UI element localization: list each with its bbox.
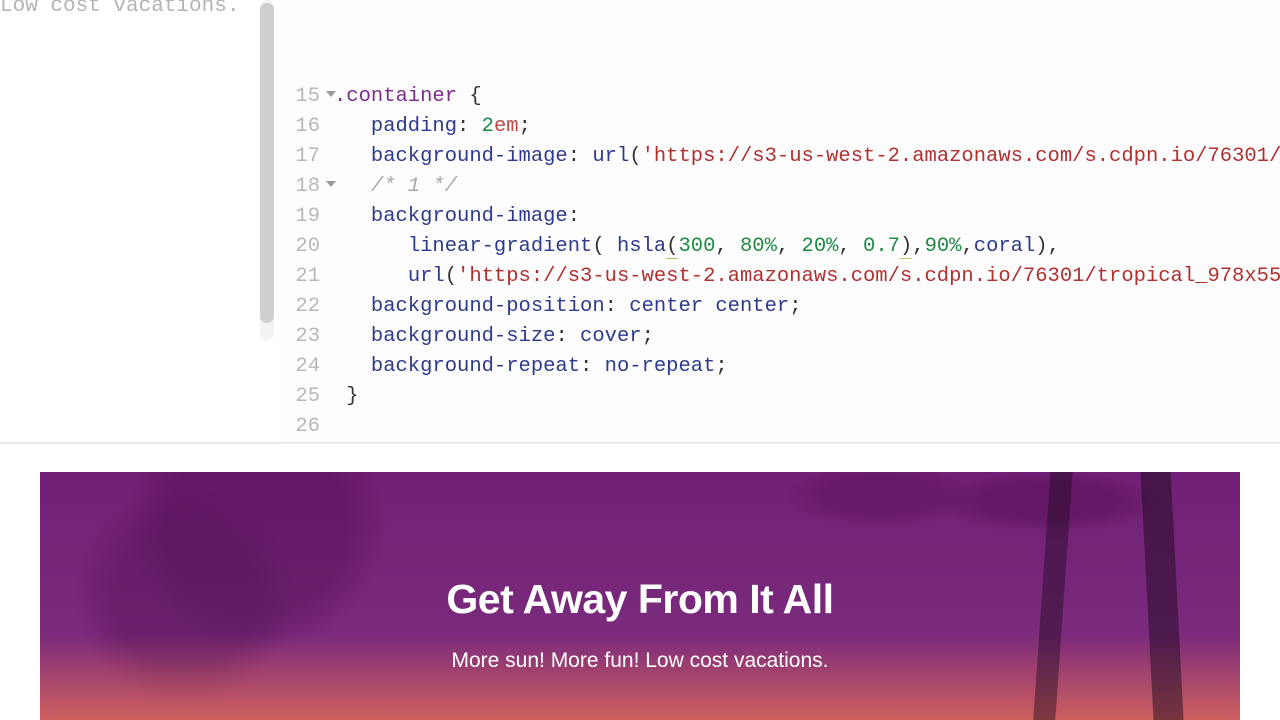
code-text[interactable]: background-position: center center; (334, 292, 1280, 322)
code-line[interactable]: 24 background-repeat: no-repeat; (280, 352, 1280, 382)
code-text[interactable]: /* 1 */ (334, 172, 1280, 202)
code-text[interactable]: padding: 2em; (334, 112, 1280, 142)
code-text[interactable]: url('https://s3-us-west-2.amazonaws.com/… (334, 262, 1280, 292)
line-number: 15 (280, 82, 334, 112)
code-text[interactable]: background-size: cover; (334, 322, 1280, 352)
preview-pane: Get Away From It All More sun! More fun!… (0, 444, 1280, 720)
code-line[interactable]: 16 padding: 2em; (280, 112, 1280, 142)
line-number: 26 (280, 412, 334, 442)
html-editor-content[interactable]: Low cost vacations. (0, 0, 262, 22)
line-number: 23 (280, 322, 334, 352)
html-editor-pane[interactable]: Low cost vacations. (0, 0, 280, 442)
code-line[interactable]: 21 url('https://s3-us-west-2.amazonaws.c… (280, 262, 1280, 292)
code-line[interactable]: 22 background-position: center center; (280, 292, 1280, 322)
code-line[interactable]: 26 (280, 412, 1280, 442)
app-root: Low cost vacations. 15.container {16 pad… (0, 0, 1280, 720)
fold-icon[interactable] (326, 181, 336, 187)
line-number: 19 (280, 202, 334, 232)
code-text[interactable]: background-repeat: no-repeat; (334, 352, 1280, 382)
hero-container: Get Away From It All More sun! More fun!… (40, 472, 1240, 720)
hero-tagline: More sun! More fun! Low cost vacations. (451, 649, 828, 673)
code-line[interactable]: 17 background-image: url('https://s3-us-… (280, 142, 1280, 172)
code-line[interactable]: 19 background-image: (280, 202, 1280, 232)
code-text[interactable]: background-image: url('https://s3-us-wes… (334, 142, 1280, 172)
line-number: 25 (280, 382, 334, 412)
code-line[interactable]: 18 /* 1 */ (280, 172, 1280, 202)
code-line[interactable]: 20 linear-gradient( hsla(300, 80%, 20%, … (280, 232, 1280, 262)
line-number: 24 (280, 352, 334, 382)
code-line[interactable]: 23 background-size: cover; (280, 322, 1280, 352)
code-text[interactable]: linear-gradient( hsla(300, 80%, 20%, 0.7… (334, 232, 1280, 262)
code-text[interactable]: } (334, 382, 1280, 412)
fold-icon[interactable] (326, 91, 336, 97)
code-text[interactable]: .container { (334, 82, 1280, 112)
hero-heading: Get Away From It All (446, 576, 833, 623)
line-number: 18 (280, 172, 334, 202)
code-line[interactable]: 25 } (280, 382, 1280, 412)
line-number: 20 (280, 232, 334, 262)
line-number: 17 (280, 142, 334, 172)
scrollbar-thumb[interactable] (260, 3, 274, 323)
code-text[interactable]: background-image: (334, 202, 1280, 232)
code-text[interactable] (334, 412, 1280, 442)
line-number: 16 (280, 112, 334, 142)
css-editor-pane[interactable]: 15.container {16 padding: 2em;17 backgro… (280, 0, 1280, 442)
line-number: 21 (280, 262, 334, 292)
line-number: 22 (280, 292, 334, 322)
editor-row: Low cost vacations. 15.container {16 pad… (0, 0, 1280, 442)
code-line[interactable]: 15.container { (280, 82, 1280, 112)
